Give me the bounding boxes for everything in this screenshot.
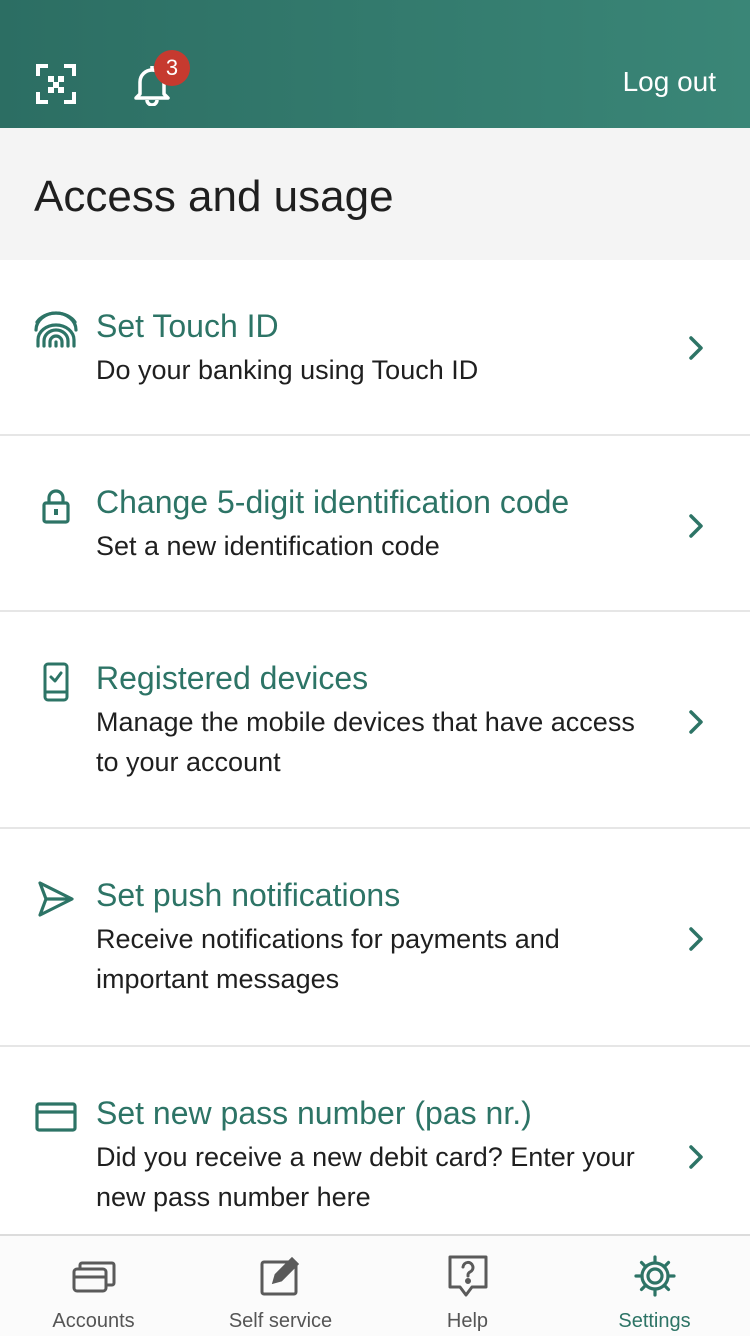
app-header: 3 Log out: [0, 0, 750, 128]
settings-list: Set Touch ID Do your banking using Touch…: [0, 260, 750, 1267]
list-item-touch-id[interactable]: Set Touch ID Do your banking using Touch…: [0, 260, 750, 436]
cards-icon: [72, 1254, 116, 1298]
item-title: Set new pass number (pas nr.): [96, 1095, 532, 1131]
list-item-registered-devices[interactable]: Registered devices Manage the mobile dev…: [0, 612, 750, 829]
help-icon: [446, 1254, 490, 1298]
chevron-right-icon: [684, 1139, 708, 1175]
item-title: Change 5-digit identification code: [96, 484, 570, 520]
item-subtitle: Do your banking using Touch ID: [96, 355, 479, 385]
tab-help[interactable]: Help: [374, 1236, 561, 1336]
edit-icon: [259, 1254, 303, 1298]
chevron-right-icon: [684, 508, 708, 544]
logout-button[interactable]: Log out: [623, 66, 716, 98]
tab-label: Accounts: [52, 1310, 135, 1332]
fingerprint-icon: [34, 306, 78, 350]
item-subtitle: Receive notifications for payments and i…: [96, 924, 560, 994]
list-item-identification-code[interactable]: Change 5-digit identification code Set a…: [0, 436, 750, 612]
tab-label: Help: [446, 1310, 489, 1332]
page-title: Access and usage: [34, 172, 394, 221]
tab-self-service[interactable]: Self service: [187, 1236, 374, 1336]
item-subtitle: Set a new identification code: [96, 531, 440, 561]
lock-icon: [34, 484, 78, 528]
tab-accounts[interactable]: Accounts: [0, 1236, 187, 1336]
list-item-push-notifications[interactable]: Set push notifications Receive notificat…: [0, 829, 750, 1047]
item-title: Set Touch ID: [96, 308, 279, 344]
tab-label: Self service: [228, 1310, 333, 1332]
tab-label: Settings: [618, 1310, 691, 1332]
tab-settings[interactable]: Settings: [561, 1236, 748, 1336]
item-subtitle: Did you receive a new debit card? Enter …: [96, 1142, 635, 1212]
chevron-right-icon: [684, 330, 708, 366]
phone-check-icon: [34, 660, 78, 704]
qr-scan-icon[interactable]: [36, 64, 76, 104]
settings-icon: [633, 1254, 677, 1298]
item-title: Registered devices: [96, 660, 369, 696]
card-icon: [34, 1095, 78, 1139]
send-icon: [34, 877, 78, 921]
item-title: Set push notifications: [96, 877, 401, 913]
item-subtitle: Manage the mobile devices that have acce…: [96, 707, 635, 777]
chevron-right-icon: [684, 921, 708, 957]
notification-badge: 3: [154, 50, 190, 86]
chevron-right-icon: [684, 704, 708, 740]
bottom-tab-bar: Accounts Self service Help Settings: [0, 1234, 750, 1336]
